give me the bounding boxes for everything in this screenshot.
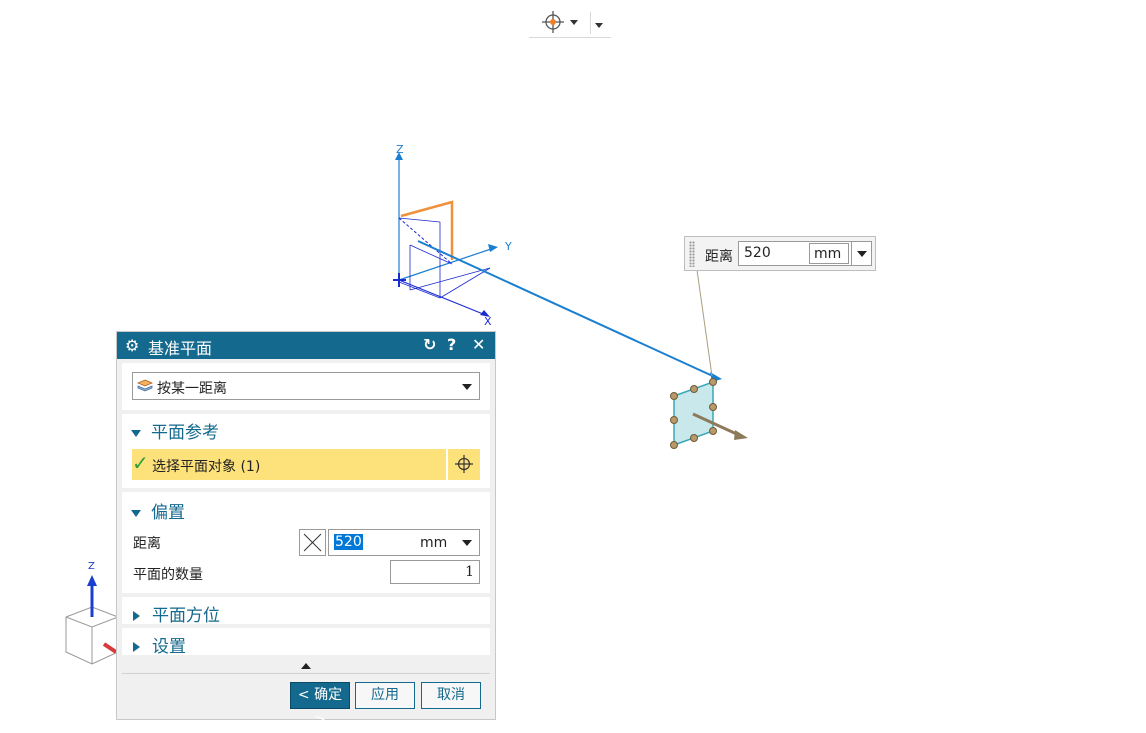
section-settings-label: 设置: [152, 637, 186, 657]
dialog-title-bar[interactable]: ⚙ 基准平面 ↻ ? ✕: [117, 332, 495, 359]
section-plane-ref-label: 平面参考: [151, 423, 219, 443]
expand-down-icon: [131, 509, 141, 517]
axis-x-label: X: [484, 315, 492, 328]
section-settings-header[interactable]: 设置: [133, 632, 186, 657]
select-object-button[interactable]: [448, 449, 480, 480]
toolbar-divider: [590, 12, 591, 34]
chevron-down-icon: [595, 23, 603, 28]
target-snap-icon: [542, 11, 564, 33]
section-offset-header[interactable]: 偏置: [131, 498, 185, 523]
drag-grip-icon[interactable]: [689, 241, 695, 267]
axis-y-label: Y: [504, 240, 512, 253]
type-select-value: 按某一距离: [157, 381, 227, 397]
snap-point-button[interactable]: [541, 10, 578, 34]
distance-label: 距离: [133, 536, 161, 552]
measure-icon: [303, 533, 322, 552]
chevron-down-icon: [857, 251, 867, 257]
snap-toolbar: [529, 6, 611, 38]
expand-right-icon: [133, 642, 140, 652]
distance-popup-dropdown[interactable]: [852, 241, 872, 266]
checkmark-icon: ✓: [132, 451, 149, 475]
apply-button[interactable]: 应用: [355, 682, 415, 709]
dialog-title: 基准平面: [148, 339, 213, 358]
chevron-down-icon[interactable]: [462, 540, 472, 546]
type-select[interactable]: 按某一距离: [132, 372, 480, 400]
expand-right-icon: [133, 611, 140, 621]
select-plane-object[interactable]: ✓ 选择平面对象 (1): [132, 449, 446, 480]
distance-popup-label: 距离: [705, 249, 733, 265]
section-offset-label: 偏置: [151, 503, 185, 523]
help-icon[interactable]: ?: [447, 335, 456, 354]
cancel-button[interactable]: 取消: [421, 682, 481, 709]
triad-z-label: Z: [88, 561, 95, 572]
distance-onscreen-input[interactable]: 距离 520 mm: [684, 236, 876, 271]
select-plane-object-label: 选择平面对象 (1): [152, 459, 261, 475]
distance-popup-field[interactable]: 520 mm: [738, 241, 852, 266]
datum-plane-dialog: ⚙ 基准平面 ↻ ? ✕ 按某一距离 平面参考 ✓ 选择平面对象 (1) 偏置 …: [116, 331, 496, 728]
close-icon[interactable]: ✕: [472, 335, 485, 354]
plane-count-value[interactable]: 1: [465, 564, 474, 580]
plane-layers-icon: [137, 379, 153, 392]
chevron-down-icon: [462, 384, 472, 390]
distance-popup-unit[interactable]: mm: [809, 243, 849, 264]
distance-unit[interactable]: mm: [420, 535, 447, 551]
plane-count-input[interactable]: 1: [390, 560, 480, 584]
datum-csys[interactable]: [393, 152, 498, 317]
ok-button[interactable]: < 确定 >: [290, 682, 350, 728]
plane-count-label: 平面的数量: [133, 567, 203, 583]
reset-icon[interactable]: ↻: [423, 335, 436, 354]
chevron-up-icon: [301, 663, 311, 669]
collapse-dialog-handle[interactable]: [122, 659, 490, 673]
chevron-down-icon: [570, 20, 578, 25]
section-orientation-label: 平面方位: [152, 606, 220, 626]
crosshair-icon: [455, 455, 473, 473]
measure-distance-button[interactable]: [299, 529, 326, 556]
view-triad[interactable]: [65, 575, 119, 665]
section-orientation-header[interactable]: 平面方位: [133, 601, 220, 626]
datum-plane-preview[interactable]: [670, 378, 749, 449]
toolbar-more-button[interactable]: [593, 20, 605, 32]
expand-down-icon: [131, 429, 141, 437]
gear-icon: ⚙: [125, 336, 140, 355]
button-divider: [122, 673, 490, 674]
section-plane-ref-header[interactable]: 平面参考: [131, 418, 219, 443]
distance-value[interactable]: 520: [334, 534, 363, 550]
axis-z-label: Z: [396, 143, 404, 156]
distance-popup-value[interactable]: 520: [744, 245, 771, 261]
distance-input[interactable]: 520 mm: [328, 529, 480, 556]
